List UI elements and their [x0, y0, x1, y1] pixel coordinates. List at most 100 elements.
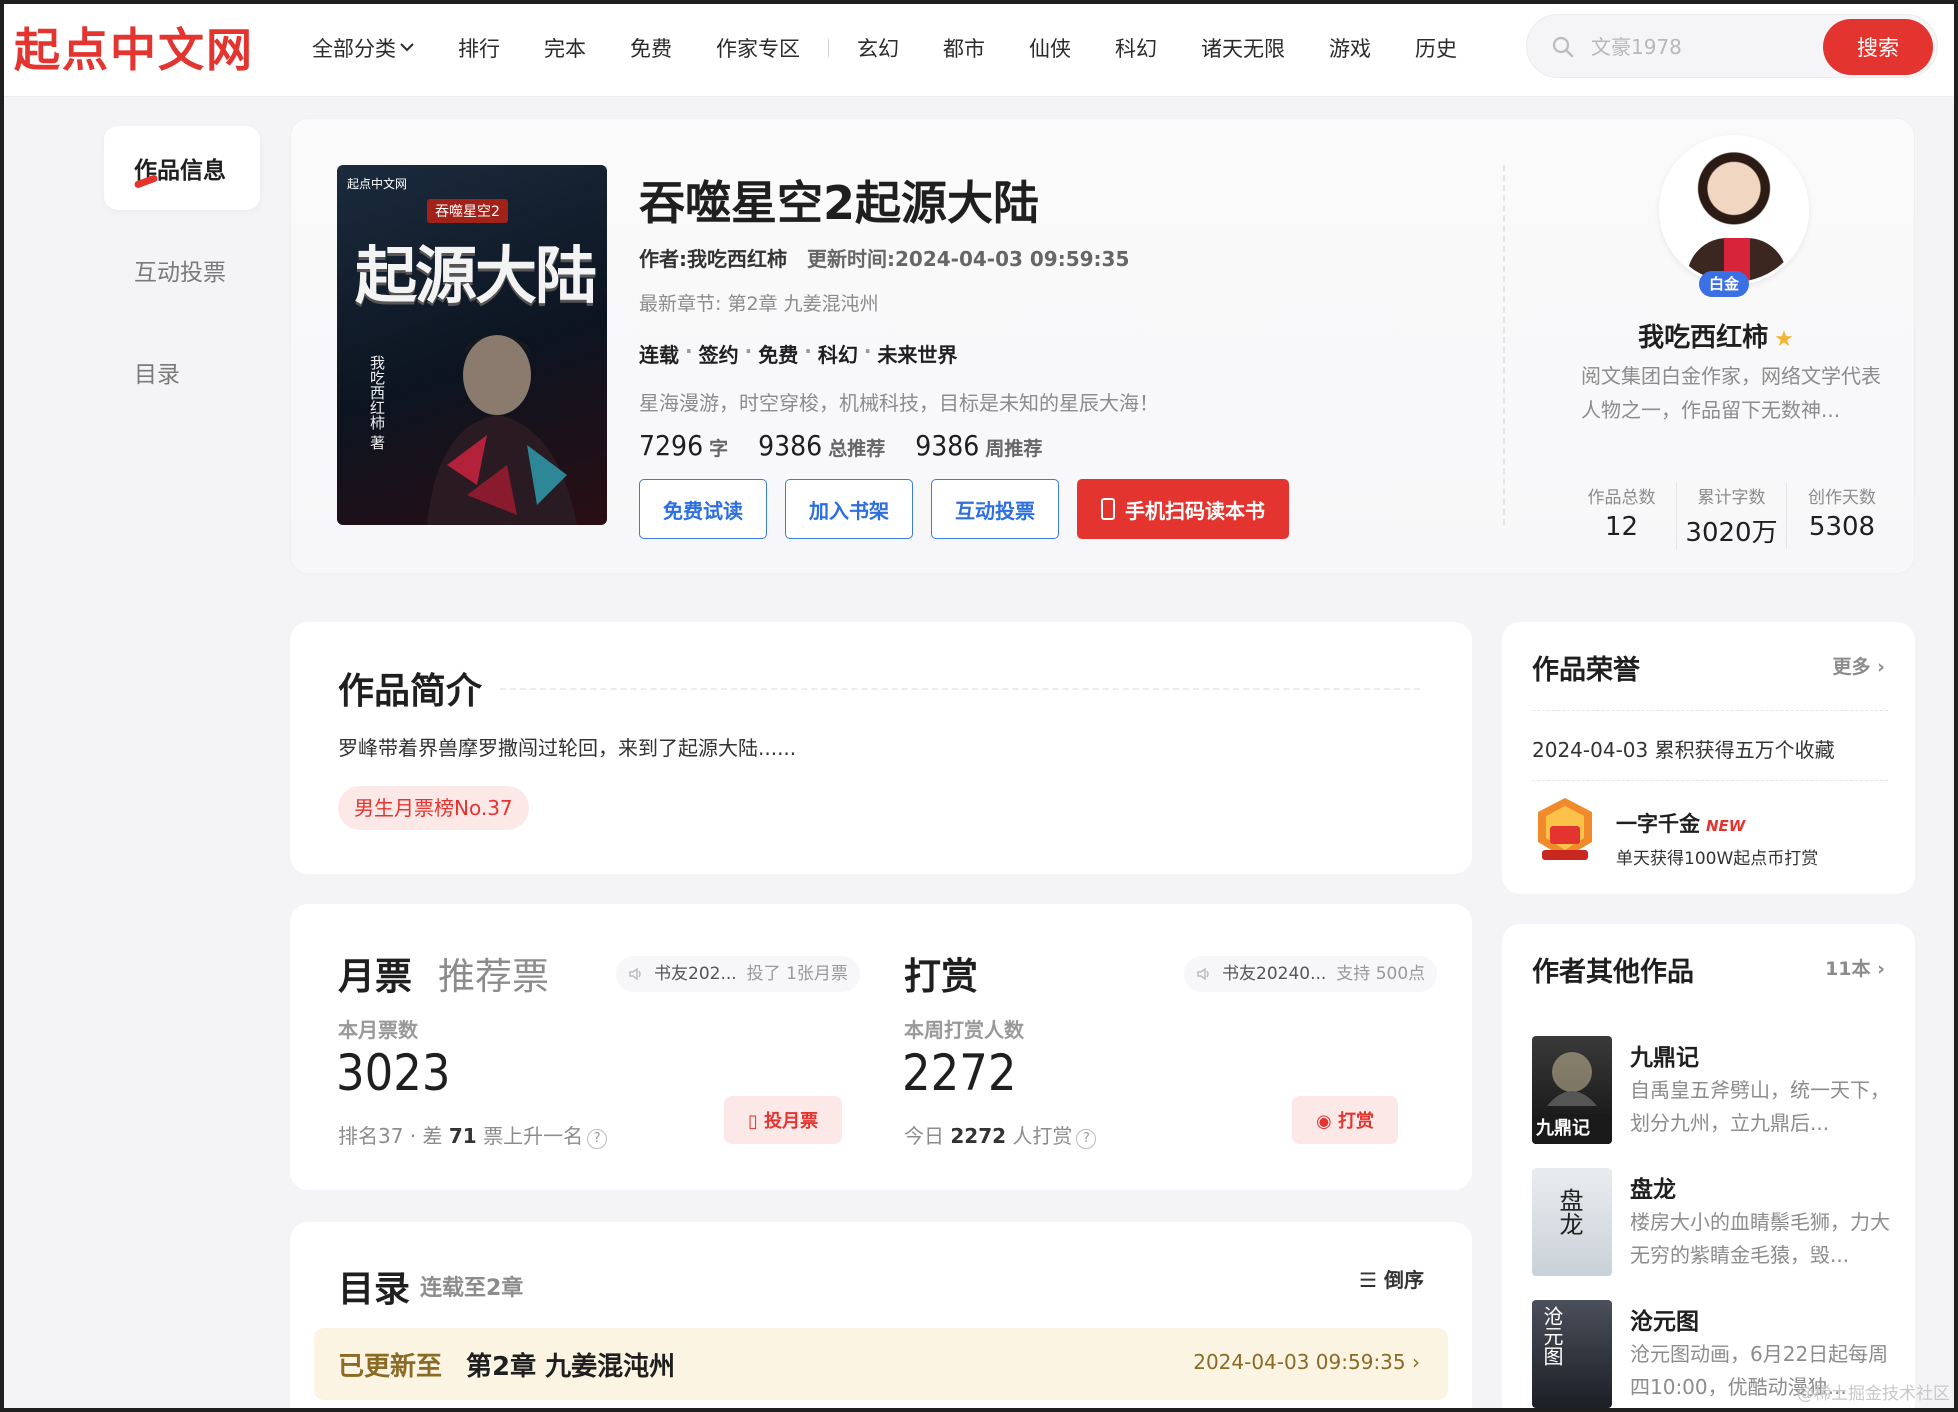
sort-icon: ☰ — [1359, 1268, 1378, 1292]
author-link[interactable]: 作者:我吃西红柿 — [639, 247, 787, 271]
cover-publisher: 起点中文网 — [347, 177, 408, 191]
toc-subtitle: 连载至2章 — [420, 1276, 524, 1301]
help-icon[interactable]: ? — [1076, 1129, 1097, 1149]
nav-all-categories[interactable]: 全部分类 — [312, 33, 414, 63]
nav-all-categories-label: 全部分类 — [312, 37, 396, 61]
monthly-rank-gap: 71 — [448, 1124, 477, 1148]
nav-completed[interactable]: 完本 — [544, 33, 586, 63]
chevron-right-icon: › — [1877, 656, 1885, 678]
reward-ticker-user: 书友20240... — [1222, 964, 1327, 984]
reward-today-prefix: 今日 — [904, 1124, 944, 1148]
honor-more-link[interactable]: 更多 › — [1833, 652, 1885, 679]
stat-week-recommend: 9386 周推荐 — [915, 429, 1042, 462]
side-item-book-info[interactable]: 作品信息 — [104, 126, 260, 210]
platinum-badge: 白金 — [1699, 271, 1750, 297]
reward-today-count: 2272 — [950, 1124, 1007, 1148]
toc-latest-title: 第2章 九姜混沌州 — [466, 1352, 676, 1382]
search-input[interactable] — [1591, 29, 1811, 65]
work-item[interactable]: 盘龙 盘龙 楼房大小的血睛鬃毛狮，力大无穷的紫睛金毛猿，毁... — [1532, 1168, 1892, 1280]
site-logo[interactable]: 起点中文网 — [14, 14, 254, 80]
free-read-button[interactable]: 免费试读 — [639, 479, 767, 539]
tag-subgenre[interactable]: 未来世界 — [877, 339, 957, 368]
search-button[interactable]: 搜索 — [1823, 19, 1933, 75]
toc-sort-label: 倒序 — [1384, 1268, 1424, 1292]
search-bar: 搜索 — [1526, 14, 1938, 78]
cover-subtitle: 吞噬星空2 — [427, 199, 508, 223]
book-cover[interactable]: 起点中文网 吞噬星空2 起源大陆 我吃西红柿 著 — [337, 165, 607, 525]
book-stats: 7296 字 9386 总推荐 9386 周推荐 — [639, 429, 1072, 462]
monthly-rank: 排名37 · 差 71 票上升一名? — [338, 1120, 608, 1149]
toc-latest-time-text: 2024-04-03 09:59:35 — [1193, 1350, 1406, 1374]
synopsis-title: 作品简介 — [338, 671, 483, 712]
tab-recommend-ticket[interactable]: 推荐票 — [438, 946, 549, 1000]
book-tagline: 星海漫游，时空穿梭，机械科技，目标是未知的星辰大海！ — [639, 391, 1159, 415]
other-works-count-link[interactable]: 11本 › — [1825, 954, 1885, 981]
toc-latest-chapter[interactable]: 已更新至 第2章 九姜混沌州 2024-04-03 09:59:35 › — [314, 1328, 1448, 1400]
nav-genre-kehuan[interactable]: 科幻 — [1115, 33, 1157, 63]
author-name[interactable]: 我吃西红柿 ★ — [1531, 317, 1901, 354]
honor-entry: 2024-04-03 累积获得五万个收藏 — [1532, 738, 1835, 762]
nav-writer-zone[interactable]: 作家专区 — [716, 33, 800, 63]
nav-genre-zhutian[interactable]: 诸天无限 — [1201, 33, 1285, 63]
author-description: 阅文集团白金作家，网络文学代表人物之一，作品留下无数神... — [1581, 364, 1881, 422]
author-panel: 白金 我吃西红柿 ★ 阅文集团白金作家，网络文学代表人物之一，作品留下无数神...… — [1531, 135, 1901, 555]
medal-name: 一字千金 NEW — [1616, 808, 1745, 838]
book-tags: 连载 · 签约 · 免费 · 科幻 · 未来世界 — [639, 339, 958, 368]
tag-signed: 签约 — [698, 343, 739, 367]
nav-genre-youxi[interactable]: 游戏 — [1329, 33, 1371, 63]
chevron-right-icon: › — [1877, 958, 1885, 980]
add-to-shelf-button[interactable]: 加入书架 — [785, 479, 913, 539]
nav-genre-lishi[interactable]: 历史 — [1415, 33, 1457, 63]
author-avatar[interactable] — [1659, 135, 1809, 285]
new-badge: NEW — [1706, 817, 1746, 835]
rank-badge[interactable]: 男生月票榜No.37 — [338, 786, 529, 830]
tab-monthly-ticket[interactable]: 月票 — [338, 946, 412, 1000]
monthly-rank-suffix: 票上升一名 — [483, 1124, 584, 1148]
side-item-voting[interactable]: 互动投票 — [104, 228, 260, 312]
nav-divider — [828, 39, 829, 57]
work-item[interactable]: 九鼎记 九鼎记 自禹皇五斧劈山，统一天下，划分九州，立九鼎后... — [1532, 1036, 1892, 1148]
search-icon — [1552, 36, 1574, 58]
nav-ranking[interactable]: 排行 — [458, 33, 500, 63]
book-info-card: 起点中文网 吞噬星空2 起源大陆 我吃西红柿 著 吞噬星空2起源大陆 作者:我吃… — [290, 118, 1915, 574]
author-stat-works: 作品总数 12 — [1567, 483, 1677, 549]
side-item-toc[interactable]: 目录 — [104, 330, 260, 414]
other-works-title: 作者其他作品 — [1532, 957, 1694, 988]
top-header: 起点中文网 全部分类 排行 完本 免费 作家专区 玄幻 都市 仙侠 科幻 诸天无… — [0, 0, 1958, 97]
work-description: 楼房大小的血睛鬃毛狮，力大无穷的紫睛金毛猿，毁... — [1630, 1210, 1890, 1267]
nav-genre-dushi[interactable]: 都市 — [943, 33, 985, 63]
latest-chapter-link[interactable]: 最新章节: 第2章 九姜混沌州 — [639, 289, 879, 316]
toc-card: 目录 连载至2章 ☰ 倒序 已更新至 第2章 九姜混沌州 2024-04-03 … — [290, 1222, 1472, 1412]
nav-free[interactable]: 免费 — [630, 33, 672, 63]
author-stat-words: 累计字数 3020万 — [1677, 483, 1787, 549]
stat-words-unit: 字 — [709, 438, 729, 460]
top-nav: 全部分类 排行 完本 免费 作家专区 玄幻 都市 仙侠 科幻 诸天无限 游戏 历… — [312, 30, 1501, 66]
cover-author: 我吃西红柿 著 — [368, 355, 386, 450]
tag-genre[interactable]: 科幻 — [818, 339, 858, 368]
vote-monthly-button[interactable]: ▯ 投月票 — [724, 1096, 843, 1144]
update-time: 更新时间:2024-04-03 09:59:35 — [807, 247, 1130, 271]
synopsis-divider — [500, 688, 1420, 690]
reward-ticker: 书友20240... 支持 500点 — [1184, 956, 1438, 992]
toc-latest-label: 已更新至 — [338, 1352, 443, 1382]
honor-title: 作品荣誉 — [1532, 655, 1640, 686]
nav-genre-xianxia[interactable]: 仙侠 — [1029, 33, 1071, 63]
tag-status: 连载 — [639, 343, 679, 367]
toc-sort-button[interactable]: ☰ 倒序 — [1359, 1264, 1424, 1293]
nav-genre-xuanhuan[interactable]: 玄幻 — [857, 33, 899, 63]
stat-words-value: 7296 — [639, 429, 704, 462]
scan-to-read-button[interactable]: 手机扫码读本书 — [1077, 479, 1289, 539]
help-icon[interactable]: ? — [587, 1129, 608, 1149]
chevron-down-icon — [400, 40, 414, 56]
author-stat-words-label: 累计字数 — [1697, 488, 1766, 508]
author-stat-days-label: 创作天数 — [1808, 488, 1876, 508]
interactive-vote-button[interactable]: 互动投票 — [931, 479, 1059, 539]
reward-button[interactable]: ◉ 打赏 — [1292, 1096, 1398, 1144]
other-works-card: 作者其他作品 11本 › 九鼎记 九鼎记 自禹皇五斧劈山，统一天下，划分九州，立… — [1502, 924, 1915, 1412]
work-cover-title: 九鼎记 — [1536, 1118, 1590, 1139]
reward-ticker-action: 支持 500点 — [1336, 964, 1426, 984]
author-name-text: 我吃西红柿 — [1638, 323, 1769, 353]
monthly-count: 3023 — [336, 1044, 451, 1102]
speaker-icon — [629, 967, 641, 981]
reward-today-suffix: 人打赏 — [1012, 1124, 1073, 1148]
